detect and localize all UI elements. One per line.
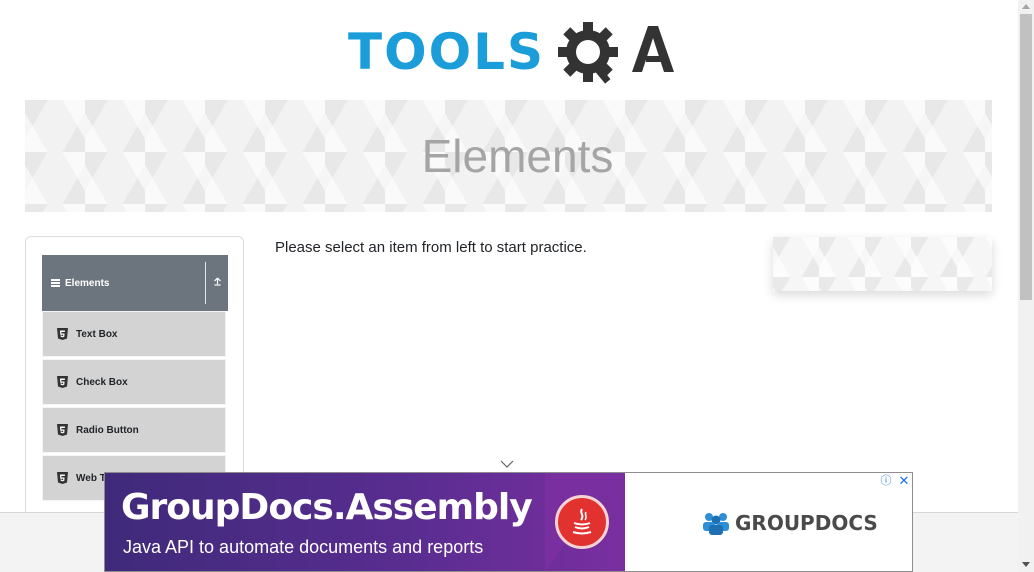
menu-item-text-box[interactable]: Text Box [42, 311, 226, 357]
html5-icon [57, 424, 68, 436]
html5-icon [57, 328, 68, 340]
menu-item-label: Web T [76, 472, 106, 484]
page-title: Elements [421, 130, 614, 182]
chevron-down-icon[interactable] [500, 460, 514, 468]
menu-item-radio-button[interactable]: Radio Button [42, 407, 226, 453]
group-label: Elements [65, 277, 110, 289]
java-icon [555, 495, 609, 549]
html5-icon [57, 376, 68, 388]
toolsqa-logo[interactable]: TOOLS [348, 14, 674, 92]
scroll-down-arrow-icon[interactable] [1022, 562, 1030, 567]
close-icon[interactable]: ✕ [896, 473, 912, 489]
vertical-scrollbar[interactable] [1018, 0, 1034, 572]
collapse-arrow-icon[interactable] [206, 277, 228, 289]
ad-banner[interactable]: GroupDocs.Assembly Java API to automate … [104, 472, 913, 572]
scroll-up-arrow-icon[interactable] [1022, 4, 1030, 9]
gear-magnifier-icon [558, 22, 674, 84]
header: TOOLS [0, 0, 1018, 100]
ad-subtitle: Java API to automate documents and repor… [123, 537, 484, 557]
info-icon[interactable]: ⓘ [878, 473, 894, 489]
groupdocs-logo: GROUPDOCS [701, 511, 878, 535]
side-ad-placeholder[interactable] [773, 237, 992, 291]
hamburger-icon [51, 279, 60, 287]
ad-title: GroupDocs.Assembly [121, 487, 533, 528]
groupdocs-people-icon [703, 513, 729, 535]
menu-item-label: Text Box [76, 328, 118, 340]
instruction-text: Please select an item from left to start… [275, 239, 587, 256]
groupdocs-brand-text: GROUPDOCS [735, 511, 878, 535]
menu-item-label: Radio Button [76, 424, 139, 436]
menu-item-label: Check Box [76, 376, 128, 388]
menu-item-check-box[interactable]: Check Box [42, 359, 226, 405]
logo-tools-text: TOOLS [348, 23, 545, 81]
page-banner: Elements [25, 100, 992, 212]
group-header-elements[interactable]: Elements [42, 255, 228, 311]
scroll-thumb[interactable] [1020, 14, 1032, 300]
html5-icon [57, 472, 68, 484]
